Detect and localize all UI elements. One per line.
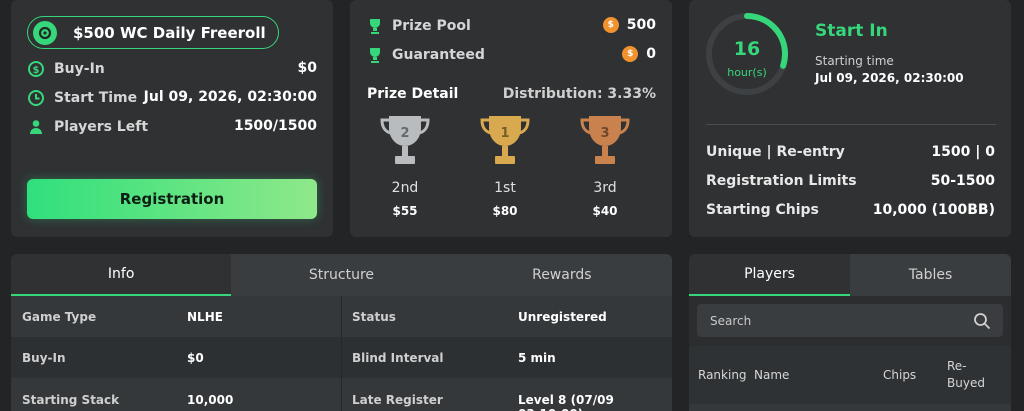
buyin-label: Buy-In [54, 61, 105, 77]
starting-stack-value: 10,000 [187, 393, 234, 407]
info-panel: Info Structure Rewards Game Type NLHE St… [11, 254, 672, 411]
registration-button[interactable]: Registration [27, 179, 317, 219]
place-amount: $80 [492, 204, 518, 218]
svg-text:$: $ [33, 65, 40, 76]
players-tabs: Players Tables [689, 254, 1011, 296]
start-time-row: Start Time [27, 89, 137, 107]
tournament-summary-panel: $500 WC Daily Freeroll $ Buy-In $0 Start… [11, 0, 333, 237]
players-left-label: Players Left [54, 119, 149, 135]
status-value: Unregistered [518, 310, 607, 324]
late-register-value: Level 8 (07/09 03:10:00) [518, 393, 614, 411]
trophy-digit: 2 [400, 126, 409, 141]
trophy-icon: 2 [380, 116, 430, 164]
blind-interval-label: Blind Interval [352, 351, 444, 365]
buyin-value: $0 [297, 60, 317, 76]
divider [706, 124, 996, 125]
rebuyed-header-line1[interactable]: Re- [947, 359, 967, 373]
tournament-title: $500 WC Daily Freeroll [73, 23, 266, 42]
unique-value: 1500 | 0 [931, 144, 995, 160]
rebuyed-header-line2[interactable]: Buyed [947, 376, 985, 390]
tournament-title-pill: $500 WC Daily Freeroll [27, 16, 279, 49]
start-in-title: Start In [815, 21, 888, 41]
place-label: 1st [494, 180, 516, 196]
prize-place: 1 1st $80 [475, 110, 535, 218]
prize-pool-row: Prize Pool [366, 17, 471, 35]
game-type-value: NLHE [187, 310, 223, 324]
guaranteed-row: Guaranteed [366, 46, 485, 64]
clock-icon [27, 89, 45, 107]
prize-pool-label: Prize Pool [392, 18, 471, 34]
countdown-panel: 16 hour(s) Start In Starting time Jul 09… [689, 0, 1011, 237]
game-type-label: Game Type [22, 310, 97, 324]
prize-pool-value: 500 [626, 17, 656, 33]
search-placeholder: Search [710, 313, 752, 328]
ranking-header[interactable]: Ranking [698, 368, 747, 382]
distribution-label: Distribution: 3.33% [502, 86, 656, 102]
trophy-icon [366, 17, 384, 35]
starting-stack-label: Starting Stack [22, 393, 120, 407]
prize-place: 2 2nd $55 [375, 110, 435, 218]
prize-pool-amount: $ 500 [602, 17, 656, 33]
trophy-digit: 1 [500, 126, 509, 141]
trophy-digit: 3 [600, 126, 609, 141]
limits-label: Registration Limits [706, 173, 857, 189]
starting-time-label: Starting time [815, 54, 894, 68]
trophy-icon: 3 [580, 116, 630, 164]
trophy-icon: 1 [480, 116, 530, 164]
players-left-row: Players Left [27, 118, 148, 136]
place-label: 2nd [391, 180, 419, 196]
table-row [689, 404, 1011, 411]
person-icon [27, 118, 45, 136]
countdown-unit: hour(s) [727, 66, 767, 79]
guaranteed-value: 0 [646, 46, 656, 62]
prize-detail-label: Prize Detail [367, 86, 459, 102]
chips-label: Starting Chips [706, 202, 819, 218]
countdown-number: 16 [733, 38, 761, 60]
column-divider [341, 296, 342, 411]
limits-value: 50-1500 [930, 173, 995, 189]
guaranteed-label: Guaranteed [392, 47, 485, 63]
players-left-value: 1500/1500 [233, 118, 317, 134]
tab-structure[interactable]: Structure [231, 254, 452, 296]
start-time-label: Start Time [54, 90, 138, 106]
coin-icon: $ [622, 46, 639, 62]
dollar-coin-icon: $ [27, 60, 45, 78]
late-register-label: Late Register [352, 393, 443, 407]
brand-logo-icon [33, 20, 57, 45]
place-label: 3rd [593, 180, 617, 196]
place-amount: $40 [592, 204, 618, 218]
blind-interval-value: 5 min [518, 351, 556, 365]
status-label: Status [352, 310, 396, 324]
search-input[interactable]: Search [697, 304, 1003, 337]
unique-label: Unique | Re-entry [706, 144, 845, 160]
info-buyin-label: Buy-In [22, 351, 66, 365]
guaranteed-amount: $ 0 [622, 46, 656, 62]
tab-tables[interactable]: Tables [850, 254, 1011, 296]
starting-time-value: Jul 09, 2026, 02:30:00 [815, 71, 964, 85]
coin-icon: $ [602, 17, 619, 33]
start-time-value: Jul 09, 2026, 02:30:00 [143, 89, 317, 105]
name-header[interactable]: Name [754, 368, 789, 382]
search-icon[interactable] [973, 312, 991, 333]
tab-rewards[interactable]: Rewards [451, 254, 672, 296]
prize-place: 3 3rd $40 [575, 110, 635, 218]
trophy-icon [366, 46, 384, 64]
chips-header[interactable]: Chips [883, 368, 916, 382]
info-tabs: Info Structure Rewards [11, 254, 672, 296]
tab-players[interactable]: Players [689, 254, 850, 296]
prize-panel: Prize Pool $ 500 Guaranteed $ 0 Prize De… [350, 0, 672, 237]
players-panel: Players Tables Search Ranking Name Chips… [689, 254, 1011, 411]
info-buyin-value: $0 [187, 351, 204, 365]
tab-info[interactable]: Info [11, 254, 232, 296]
place-amount: $55 [392, 204, 418, 218]
buyin-row: $ Buy-In [27, 60, 105, 78]
chips-value: 10,000 (100BB) [872, 202, 995, 218]
